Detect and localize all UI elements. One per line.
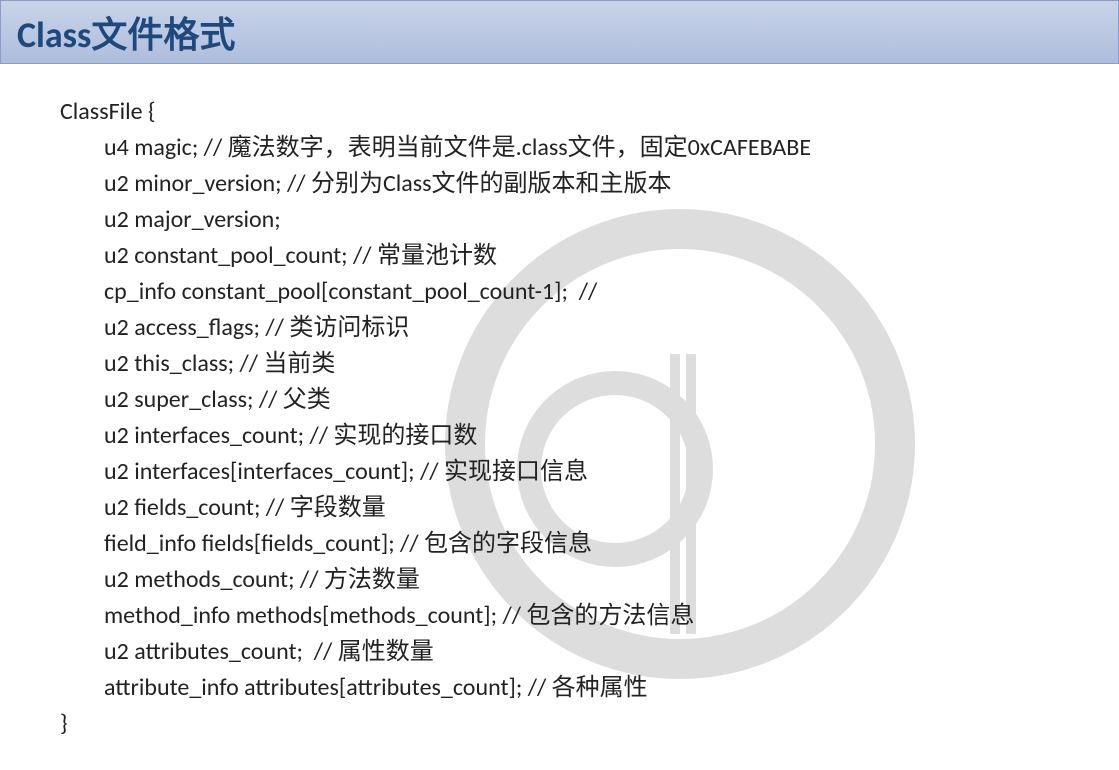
code-line: cp_info constant_pool[constant_pool_coun… xyxy=(60,274,1119,310)
code-line: u2 super_class; // 父类 xyxy=(60,382,1119,418)
code-line: u2 interfaces_count; // 实现的接口数 xyxy=(60,418,1119,454)
content-area: ClassFile { u4 magic; // 魔法数字，表明当前文件是.cl… xyxy=(0,64,1119,770)
code-line: u4 magic; // 魔法数字，表明当前文件是.class文件，固定0xCA… xyxy=(60,130,1119,166)
code-line: attribute_info attributes[attributes_cou… xyxy=(60,670,1119,706)
code-struct-close: } xyxy=(60,706,1119,742)
code-line: u2 attributes_count; // 属性数量 xyxy=(60,634,1119,670)
code-line: u2 interfaces[interfaces_count]; // 实现接口… xyxy=(60,454,1119,490)
code-struct-open: ClassFile { xyxy=(60,94,1119,130)
code-block: ClassFile { u4 magic; // 魔法数字，表明当前文件是.cl… xyxy=(60,94,1119,742)
code-line: u2 access_flags; // 类访问标识 xyxy=(60,310,1119,346)
code-line: u2 this_class; // 当前类 xyxy=(60,346,1119,382)
code-line: u2 minor_version; // 分别为Class文件的副版本和主版本 xyxy=(60,166,1119,202)
code-line: u2 methods_count; // 方法数量 xyxy=(60,562,1119,598)
slide-header: Class文件格式 xyxy=(0,0,1119,64)
code-line: field_info fields[fields_count]; // 包含的字… xyxy=(60,526,1119,562)
code-line: u2 major_version; xyxy=(60,202,1119,238)
slide-title: Class文件格式 xyxy=(17,6,235,58)
code-line: u2 fields_count; // 字段数量 xyxy=(60,490,1119,526)
code-line: method_info methods[methods_count]; // 包… xyxy=(60,598,1119,634)
code-line: u2 constant_pool_count; // 常量池计数 xyxy=(60,238,1119,274)
